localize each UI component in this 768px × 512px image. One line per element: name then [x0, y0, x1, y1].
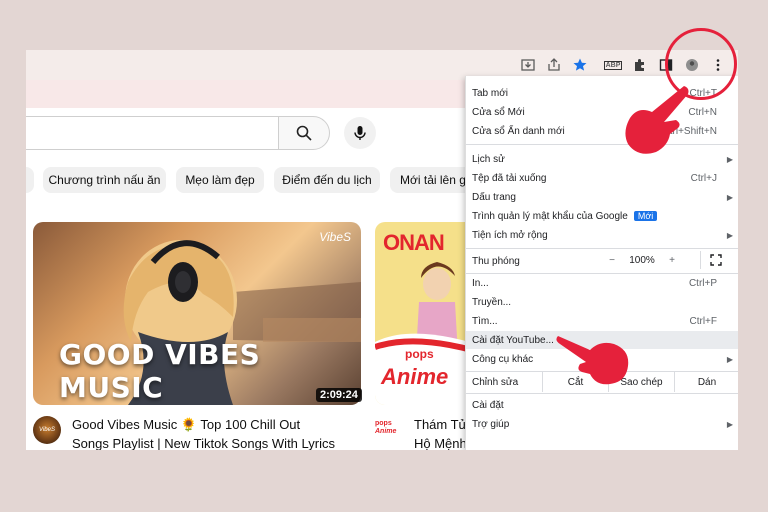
fullscreen-icon [709, 254, 722, 266]
new-badge: Mới [633, 211, 658, 221]
microphone-icon [354, 126, 366, 140]
video-title-line1[interactable]: Good Vibes Music 🌻 Top 100 Chill Out [72, 417, 300, 433]
chevron-right-icon: ▶ [726, 154, 733, 164]
channel2-anime: Anime [375, 428, 397, 435]
star-icon[interactable] [570, 55, 590, 75]
menu-item-settings[interactable]: Cài đặt [466, 396, 738, 414]
menu-label: Thu phóng [472, 255, 520, 267]
fullscreen-button[interactable] [700, 251, 730, 269]
menu-label: Lịch sử [472, 153, 505, 165]
paste-button[interactable]: Dán [674, 372, 738, 392]
adblock-extension-icon[interactable]: ABP [602, 55, 624, 75]
share-icon[interactable] [544, 55, 564, 75]
menu-item-downloads[interactable]: Tệp đã tải xuống Ctrl+J [466, 169, 738, 187]
video-title-line2[interactable]: Songs Playlist | New Tiktok Songs With L… [72, 436, 335, 450]
menu-item-help[interactable]: Trợ giúp ▶ [466, 415, 738, 433]
menu-label: Cài đặt [472, 399, 504, 411]
menu-shortcut: Ctrl+J [690, 172, 717, 184]
menu-label: Tệp đã tải xuống [472, 172, 547, 184]
menu-separator [466, 248, 738, 249]
menu-item-new-window[interactable]: Cửa sổ Mới Ctrl+N [466, 103, 738, 121]
chevron-right-icon: ▶ [726, 230, 733, 240]
extensions-puzzle-icon[interactable] [630, 55, 650, 75]
video-duration-badge: 2:09:24 [316, 388, 362, 402]
chip-cooking[interactable]: Chương trình nấu ăn [43, 167, 166, 193]
menu-separator [466, 144, 738, 145]
menu-item-bookmarks[interactable]: Dấu trang ▶ [466, 188, 738, 206]
menu-label: Tìm... [472, 315, 498, 327]
thumbnail2-anime: Anime [381, 364, 449, 389]
chevron-right-icon: ▶ [726, 192, 733, 202]
video-thumbnail[interactable]: VibeS GOOD VIBES MUSIC [33, 222, 361, 405]
menu-item-exit-partial[interactable] [466, 434, 738, 450]
thumbnail-brand: VibeS [319, 230, 351, 244]
chevron-right-icon: ▶ [726, 354, 733, 364]
channel-avatar-2[interactable]: pops Anime [375, 420, 405, 436]
zoom-in-button[interactable]: + [662, 251, 682, 269]
menu-label: Cửa sổ Mới [472, 106, 525, 118]
menu-label: Truyền... [472, 296, 512, 308]
zoom-level: 100% [629, 254, 655, 266]
chip-beauty[interactable]: Mẹo làm đẹp [176, 167, 264, 193]
menu-label: Cửa sổ Ẩn danh mới [472, 125, 565, 137]
menu-label: Tab mới [472, 87, 509, 99]
pointing-hand-icon [556, 336, 629, 385]
extension-badge-text: ABP [603, 60, 623, 70]
menu-shortcut: Ctrl+P [688, 277, 717, 289]
menu-shortcut: Ctrl+F [689, 315, 718, 327]
thumbnail2-pops: pops [405, 347, 434, 361]
menu-item-history[interactable]: Lịch sử ▶ [466, 150, 738, 168]
menu-item-password-manager[interactable]: Trình quản lý mật khẩu của Google Mới [466, 207, 738, 225]
menu-item-cast[interactable]: Truyền... [466, 293, 738, 311]
menu-separator [466, 393, 738, 394]
menu-item-incognito[interactable]: Cửa sổ Ẩn danh mới Ctrl+Shift+N [466, 122, 738, 140]
channel-avatar[interactable]: VibeS [33, 416, 61, 444]
video2-title-line2[interactable]: Hộ Mệnh [414, 436, 467, 450]
menu-label: Cài đặt YouTube... [472, 334, 554, 346]
menu-item-zoom: Thu phóng − 100% + [466, 251, 738, 271]
search-input[interactable] [26, 116, 278, 150]
chip-travel[interactable]: Điểm đến du lịch [274, 167, 380, 193]
menu-label: Trình quản lý mật khẩu của Google [472, 210, 628, 222]
voice-search-button[interactable] [344, 117, 376, 149]
menu-item-extensions[interactable]: Tiện ích mở rộng ▶ [466, 226, 738, 244]
menu-label: Chỉnh sửa [472, 376, 519, 388]
menu-label: Công cụ khác [472, 353, 534, 365]
chevron-right-icon: ▶ [726, 419, 733, 429]
search-button[interactable] [278, 116, 330, 150]
chrome-menu: Tab mới Ctrl+T Cửa sổ Mới Ctrl+N Cửa sổ … [465, 76, 738, 450]
chip-partial[interactable] [26, 167, 34, 193]
zoom-out-button[interactable]: − [602, 251, 622, 269]
menu-label: Tiện ích mở rộng [472, 229, 548, 241]
search-icon [296, 125, 312, 141]
channel2-pops: pops [375, 420, 392, 427]
menu-label: Trợ giúp [472, 418, 510, 430]
menu-shortcut: Ctrl+N [688, 106, 717, 118]
pointing-hand-icon [625, 86, 689, 154]
menu-label: In... [472, 277, 489, 289]
menu-item-print[interactable]: In... Ctrl+P [466, 274, 738, 292]
download-icon[interactable] [518, 55, 538, 75]
menu-label: Dấu trang [472, 191, 516, 203]
video2-title-line1[interactable]: Thám Tử [414, 417, 467, 432]
